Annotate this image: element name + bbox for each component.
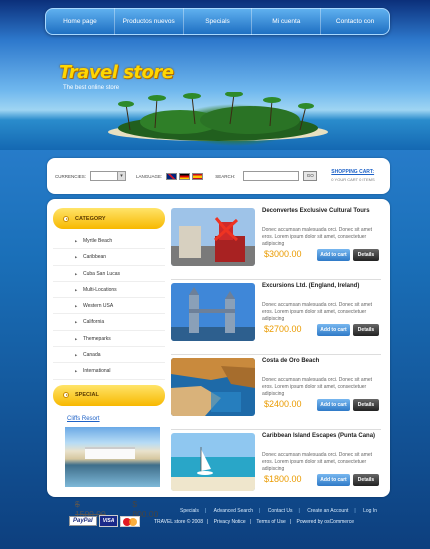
nav-contact[interactable]: Contacto con <box>321 8 389 35</box>
arrow-bullet-icon <box>63 215 69 222</box>
paypal-logo: PayPal <box>69 516 97 526</box>
nav-my-account[interactable]: Mi cuenta <box>252 8 322 35</box>
category-title: Category <box>75 215 106 222</box>
product-description: Donec accumsan malesuada orci. Donec sit… <box>262 227 373 247</box>
product-title[interactable]: Excursions Ltd. (England, Ireland) <box>262 283 382 289</box>
special-title: Special <box>75 392 99 399</box>
english-flag-icon[interactable] <box>166 172 178 180</box>
details-button[interactable]: Details <box>353 399 379 411</box>
currencies-label: Currencies: <box>55 173 87 179</box>
island-image <box>108 92 328 141</box>
copyright-text: TRAVEL store © 2008 <box>154 519 203 525</box>
details-button[interactable]: Details <box>353 474 379 486</box>
product-item: Costa de Oro Beach Donec accumsan malesu… <box>171 358 381 430</box>
product-image[interactable] <box>171 283 255 341</box>
nav-specials[interactable]: Specials <box>184 8 253 35</box>
visa-logo: VISA <box>98 515 119 527</box>
resort-building <box>85 446 135 459</box>
add-to-cart-button[interactable]: Add to cart <box>317 324 350 336</box>
category-item[interactable]: Myrtle Beach <box>53 233 165 250</box>
powered-by[interactable]: Powered by osCommerce <box>297 519 355 525</box>
product-description: Donec accumsan malesuada orci. Donec sit… <box>262 377 373 397</box>
category-item[interactable]: Cuba San Lucas <box>53 266 165 282</box>
product-description: Donec accumsan malesuada orci. Donec sit… <box>262 452 373 472</box>
product-price: $1800.00 <box>264 474 302 484</box>
footer-separator: | <box>204 508 207 514</box>
footer-link-login[interactable]: Log In <box>363 508 377 514</box>
category-item[interactable]: Western USA <box>53 298 165 315</box>
filter-bar: Currencies: ▾ Language: Search: go Shopp… <box>47 158 390 194</box>
product-price: $3000.00 <box>264 249 302 259</box>
details-button[interactable]: Details <box>353 324 379 336</box>
special-product-image[interactable] <box>65 426 160 487</box>
currency-select[interactable]: ▾ <box>90 171 127 181</box>
add-to-cart-button[interactable]: Add to cart <box>317 399 350 411</box>
sidebar: Category Myrtle Beach Caribbean Cuba San… <box>53 208 165 519</box>
footer-separator: | <box>259 508 261 514</box>
mastercard-icon <box>120 515 141 527</box>
spanish-flag-icon[interactable] <box>192 172 204 180</box>
nav-home[interactable]: Home page <box>46 8 115 35</box>
cart-count: 0 your cart 0 items <box>331 177 375 182</box>
category-item[interactable]: Multi-Locations <box>53 282 165 298</box>
product-image[interactable] <box>171 433 255 491</box>
footer-copyright: TRAVEL store © 2008 | Privacy Notice | Ter… <box>154 519 355 525</box>
category-item[interactable]: Caribbean <box>53 249 165 266</box>
special-header: Special <box>53 384 165 406</box>
footer-link-contact[interactable]: Contact Us <box>268 508 293 514</box>
product-image[interactable] <box>171 358 255 416</box>
nav-new-products[interactable]: Productos nuevos <box>115 8 184 35</box>
category-item[interactable]: Canada <box>53 347 165 364</box>
search-label: Search: <box>215 173 236 179</box>
footer-separator: | <box>354 508 356 514</box>
category-item[interactable]: California <box>53 314 165 331</box>
main-panel: Category Myrtle Beach Caribbean Cuba San… <box>47 199 390 519</box>
product-title[interactable]: Costa de Oro Beach <box>262 358 382 364</box>
product-image[interactable] <box>171 208 255 266</box>
special-product-link[interactable]: Cliffs Resort <box>67 416 165 422</box>
product-price: $2400.00 <box>264 399 302 409</box>
footer-separator: | <box>298 508 300 514</box>
terms-link[interactable]: Terms of Use <box>256 519 285 525</box>
footer-links: Specials | Advanced Search | Contact Us | C… <box>174 508 383 514</box>
category-header: Category <box>53 208 165 229</box>
language-label: Language: <box>136 173 163 179</box>
category-item[interactable]: Themeparks <box>53 331 165 347</box>
product-title[interactable]: Deconvertes Exclusive Cultural Tours <box>262 208 382 214</box>
shopping-cart[interactable]: Shopping cart: 0 your cart 0 items <box>331 169 374 183</box>
product-price: $2700.00 <box>264 324 302 334</box>
product-item: Caribbean Island Escapes (Punta Cana) Do… <box>171 433 381 505</box>
product-title[interactable]: Caribbean Island Escapes (Punta Cana) <box>262 433 382 439</box>
footer-link-specials[interactable]: Specials <box>180 508 199 514</box>
top-nav: Home page Productos nuevos Specials Mi c… <box>45 8 390 35</box>
arrow-bullet-icon <box>63 392 69 399</box>
chevron-down-icon: ▾ <box>117 172 126 180</box>
category-item[interactable]: International <box>53 363 165 380</box>
product-item: Excursions Ltd. (England, Ireland) Donec… <box>171 283 381 355</box>
cart-title[interactable]: Shopping cart: <box>331 169 374 176</box>
payment-methods: PayPal VISA <box>69 515 141 527</box>
add-to-cart-button[interactable]: Add to cart <box>317 249 350 261</box>
search-go-button[interactable]: go <box>303 171 318 181</box>
german-flag-icon[interactable] <box>179 172 191 180</box>
category-list: Myrtle Beach Caribbean Cuba San Lucas Mu… <box>53 233 165 380</box>
product-description: Donec accumsan malesuada orci. Donec sit… <box>262 302 373 322</box>
details-button[interactable]: Details <box>353 249 379 261</box>
add-to-cart-button[interactable]: Add to cart <box>317 474 350 486</box>
product-item: Deconvertes Exclusive Cultural Tours Don… <box>171 208 381 280</box>
footer-link-advanced-search[interactable]: Advanced Search <box>214 508 253 514</box>
privacy-link[interactable]: Privacy Notice <box>214 519 246 525</box>
footer-link-create-account[interactable]: Create an Account <box>307 508 348 514</box>
site-logo[interactable]: Travel store <box>59 62 174 83</box>
search-input[interactable] <box>243 171 300 181</box>
site-tagline: The best online store <box>63 85 120 91</box>
